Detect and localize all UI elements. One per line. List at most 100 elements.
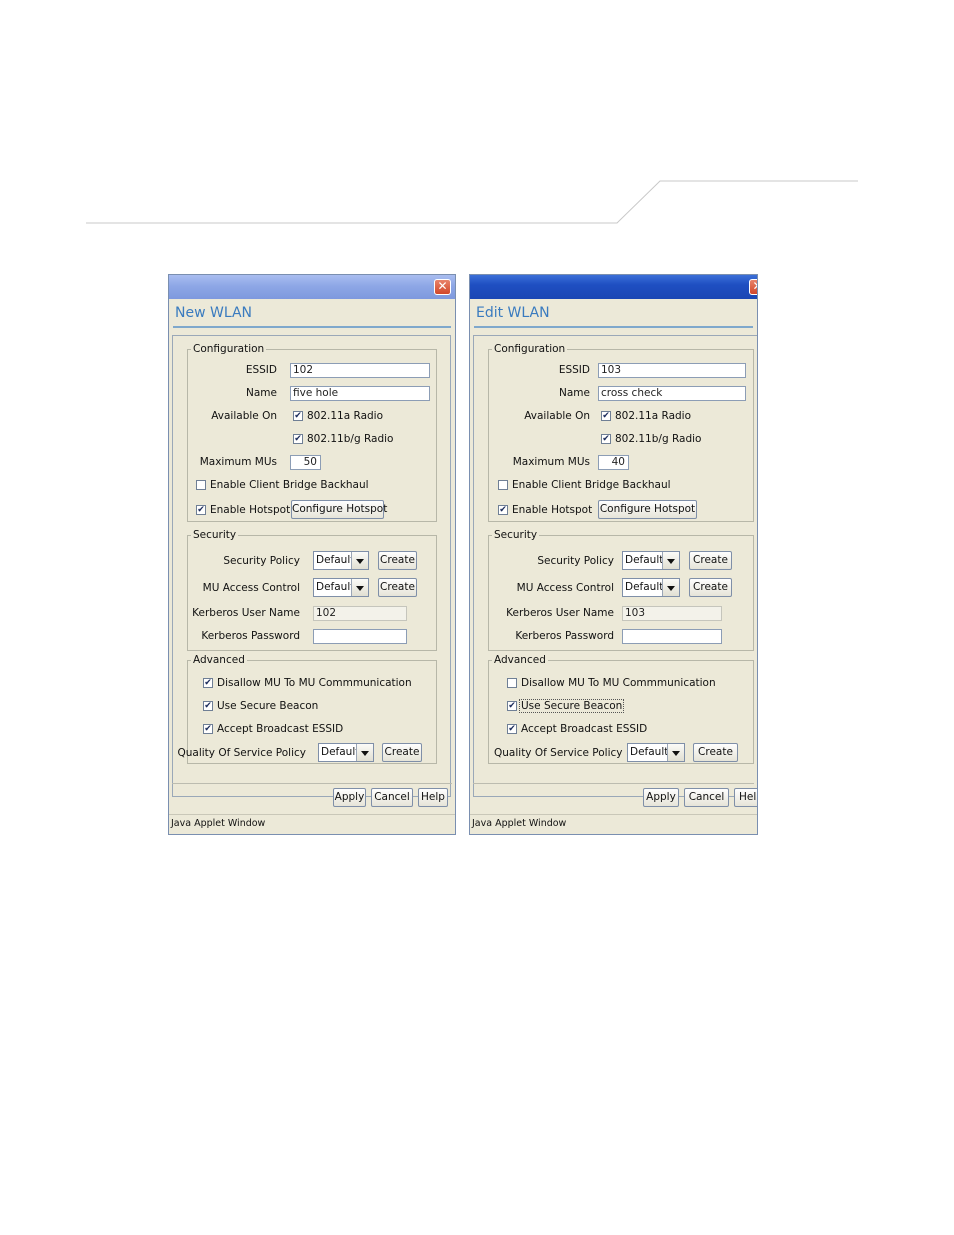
chevron-down-icon[interactable] bbox=[667, 744, 684, 761]
dialog-body: Configuration ESSID 103 Name cross check… bbox=[473, 335, 757, 797]
chevron-down-icon[interactable] bbox=[662, 552, 679, 569]
apply-button[interactable]: Apply bbox=[643, 788, 679, 807]
name-label: Name bbox=[559, 387, 590, 399]
qos-create-button[interactable]: Create bbox=[693, 743, 738, 762]
chevron-down-icon[interactable] bbox=[351, 552, 368, 569]
mu-access-label: MU Access Control bbox=[516, 582, 614, 594]
bridge-checkbox[interactable] bbox=[196, 480, 206, 490]
radio-a-checkbox[interactable]: ✔ bbox=[293, 411, 303, 421]
kerberos-password-field[interactable] bbox=[622, 629, 722, 644]
window-titlebar[interactable]: ✕ bbox=[169, 275, 455, 299]
chevron-down-icon[interactable] bbox=[662, 579, 679, 596]
window-titlebar[interactable]: ✕ bbox=[470, 275, 757, 299]
security-policy-create-button[interactable]: Create bbox=[378, 551, 417, 570]
check-mark-icon: ✔ bbox=[197, 505, 205, 515]
status-bar: Java Applet Window bbox=[470, 814, 757, 834]
close-icon[interactable]: ✕ bbox=[749, 279, 757, 295]
dialog-title: Edit WLAN bbox=[476, 305, 550, 321]
max-mus-field[interactable]: 50 bbox=[290, 455, 321, 470]
radio-a-checkbox[interactable]: ✔ bbox=[601, 411, 611, 421]
title-divider bbox=[474, 326, 753, 328]
radio-bg-checkbox[interactable]: ✔ bbox=[601, 434, 611, 444]
mu-access-create-button[interactable]: Create bbox=[378, 578, 417, 597]
qos-policy-select[interactable]: Default bbox=[318, 743, 374, 762]
edit-wlan-dialog: ✕ Edit WLAN Configuration ESSID 103 Name… bbox=[469, 274, 758, 835]
check-mark-icon: ✔ bbox=[294, 411, 302, 421]
essid-label: ESSID bbox=[245, 364, 277, 376]
hotspot-label: Enable Hotspot bbox=[512, 504, 593, 516]
cancel-button[interactable]: Cancel bbox=[684, 788, 729, 807]
essid-label: ESSID bbox=[558, 364, 590, 376]
disallow-mu-checkbox[interactable] bbox=[507, 678, 517, 688]
apply-button[interactable]: Apply bbox=[333, 788, 366, 807]
mu-access-select[interactable]: Default bbox=[313, 578, 369, 597]
qos-policy-value: Default bbox=[321, 746, 360, 758]
help-button[interactable]: Help bbox=[418, 788, 448, 807]
security-policy-label: Security Policy bbox=[537, 555, 614, 567]
configure-hotspot-button[interactable]: Configure Hotspot bbox=[291, 500, 387, 519]
hotspot-label: Enable Hotspot bbox=[210, 504, 291, 516]
mu-access-label: MU Access Control bbox=[202, 582, 300, 594]
check-mark-icon: ✔ bbox=[602, 434, 610, 444]
close-icon[interactable]: ✕ bbox=[434, 279, 451, 295]
broadcast-essid-checkbox[interactable]: ✔ bbox=[203, 724, 213, 734]
security-legend: Security bbox=[494, 529, 538, 541]
chevron-down-icon[interactable] bbox=[356, 744, 373, 761]
qos-policy-label: Quality Of Service Policy bbox=[494, 747, 623, 759]
status-bar: Java Applet Window bbox=[169, 814, 455, 834]
max-mus-field[interactable]: 40 bbox=[598, 455, 629, 470]
configuration-legend: Configuration bbox=[193, 343, 265, 355]
kerberos-user-label: Kerberos User Name bbox=[192, 607, 300, 619]
qos-policy-value: Default bbox=[630, 746, 669, 758]
security-policy-select[interactable]: Default bbox=[622, 551, 680, 570]
check-mark-icon: ✔ bbox=[204, 724, 212, 734]
security-legend: Security bbox=[193, 529, 237, 541]
button-bar-divider bbox=[172, 783, 452, 784]
mu-access-select[interactable]: Default bbox=[622, 578, 680, 597]
security-policy-create-button[interactable]: Create bbox=[689, 551, 732, 570]
secure-beacon-checkbox[interactable]: ✔ bbox=[507, 701, 517, 711]
kerberos-user-field[interactable]: 103 bbox=[622, 606, 722, 621]
kerberos-password-field[interactable] bbox=[313, 629, 407, 644]
configuration-legend: Configuration bbox=[494, 343, 566, 355]
disallow-mu-label: Disallow MU To MU Commmunication bbox=[217, 677, 412, 689]
radio-bg-label: 802.11b/g Radio bbox=[307, 433, 394, 445]
mu-access-create-button[interactable]: Create bbox=[689, 578, 732, 597]
dialog-title: New WLAN bbox=[175, 305, 252, 321]
page-header-rule bbox=[86, 180, 858, 224]
bridge-checkbox[interactable] bbox=[498, 480, 508, 490]
name-field[interactable]: cross check bbox=[598, 386, 746, 401]
cancel-button[interactable]: Cancel bbox=[371, 788, 413, 807]
check-mark-icon: ✔ bbox=[508, 724, 516, 734]
essid-field[interactable]: 103 bbox=[598, 363, 746, 378]
radio-bg-checkbox[interactable]: ✔ bbox=[293, 434, 303, 444]
title-divider bbox=[173, 326, 451, 328]
qos-create-button[interactable]: Create bbox=[382, 743, 422, 762]
qos-policy-select[interactable]: Default bbox=[627, 743, 685, 762]
essid-field[interactable]: 102 bbox=[290, 363, 430, 378]
disallow-mu-checkbox[interactable]: ✔ bbox=[203, 678, 213, 688]
name-field[interactable]: five hole bbox=[290, 386, 430, 401]
chevron-down-icon[interactable] bbox=[351, 579, 368, 596]
hotspot-checkbox[interactable]: ✔ bbox=[196, 505, 206, 515]
max-mus-label: Maximum MUs bbox=[199, 456, 277, 468]
available-on-label: Available On bbox=[211, 410, 277, 422]
disallow-mu-label: Disallow MU To MU Commmunication bbox=[521, 677, 716, 689]
advanced-legend: Advanced bbox=[193, 654, 245, 666]
mu-access-value: Default bbox=[316, 581, 355, 593]
broadcast-essid-label: Accept Broadcast ESSID bbox=[521, 723, 648, 735]
secure-beacon-checkbox[interactable]: ✔ bbox=[203, 701, 213, 711]
help-button[interactable]: Help bbox=[734, 788, 757, 807]
check-mark-icon: ✔ bbox=[294, 434, 302, 444]
security-policy-select[interactable]: Default bbox=[313, 551, 369, 570]
hotspot-checkbox[interactable]: ✔ bbox=[498, 505, 508, 515]
broadcast-essid-checkbox[interactable]: ✔ bbox=[507, 724, 517, 734]
check-mark-icon: ✔ bbox=[204, 678, 212, 688]
advanced-legend: Advanced bbox=[494, 654, 546, 666]
kerberos-user-label: Kerberos User Name bbox=[506, 607, 614, 619]
kerberos-user-field[interactable]: 102 bbox=[313, 606, 407, 621]
bridge-label: Enable Client Bridge Backhaul bbox=[512, 479, 671, 491]
configure-hotspot-button[interactable]: Configure Hotspot bbox=[598, 500, 697, 519]
bridge-label: Enable Client Bridge Backhaul bbox=[210, 479, 369, 491]
radio-bg-label: 802.11b/g Radio bbox=[615, 433, 702, 445]
